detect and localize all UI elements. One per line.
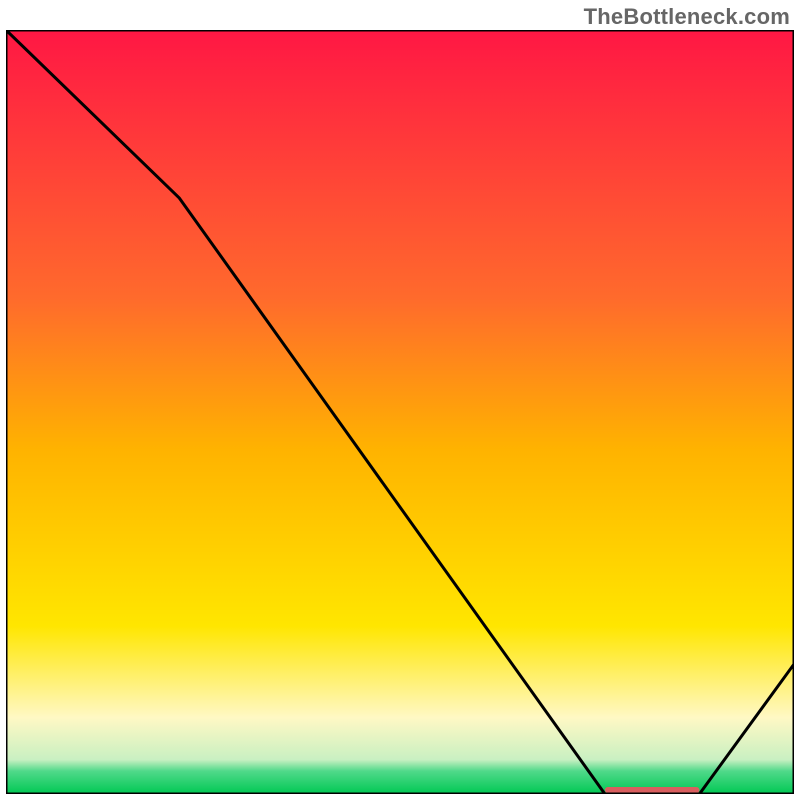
chart-plot [6, 30, 794, 794]
flat-segment-marker [605, 787, 700, 793]
chart-figure: TheBottleneck.com [0, 0, 800, 800]
attribution-text: TheBottleneck.com [584, 4, 790, 30]
